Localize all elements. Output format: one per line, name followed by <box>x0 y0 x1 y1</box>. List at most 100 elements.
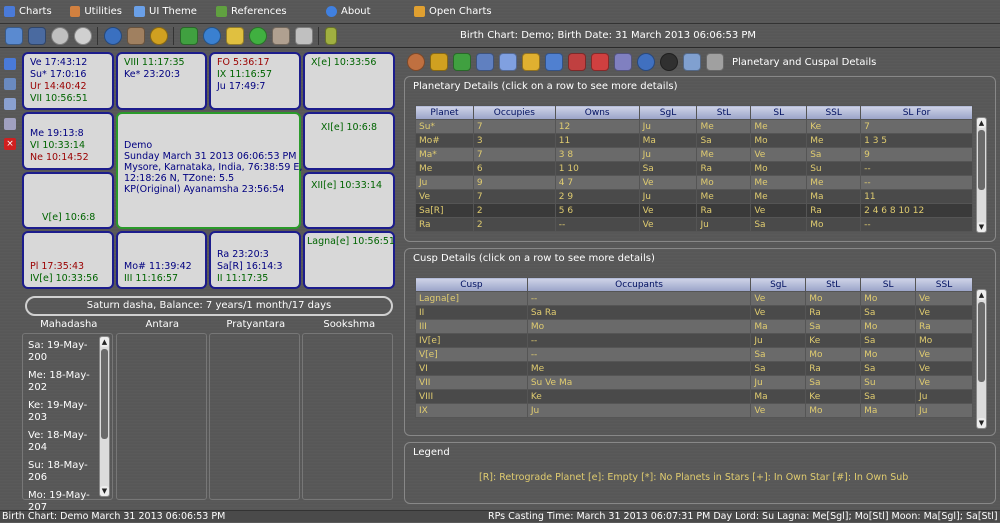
column-header[interactable]: StL <box>805 277 862 292</box>
mahadasha-item[interactable]: Ve: 18-May-204 <box>28 430 103 454</box>
person-tool-icon[interactable] <box>429 53 448 71</box>
calendar-icon[interactable] <box>682 53 701 71</box>
table-row[interactable]: Su* 7 12 Ju Me Me Ke 7 <box>415 119 973 134</box>
chart-house[interactable]: VIII 11:17:35 Ke* 23:20:3 <box>116 52 207 110</box>
table-row[interactable]: Ma* 7 3 8 Ju Me Ve Sa 9 <box>415 147 973 162</box>
scroll-down-icon[interactable]: ▼ <box>977 418 986 428</box>
planet-icon[interactable] <box>406 53 425 71</box>
column-header[interactable]: SSL <box>806 105 862 120</box>
close-icon[interactable]: × <box>4 138 16 150</box>
chart-house[interactable]: Me 19:13:8 VI 10:33:14 Ne 10:14:52 <box>22 112 114 170</box>
column-header[interactable]: Occupies <box>472 105 556 120</box>
line-graph-icon[interactable] <box>590 53 609 71</box>
antara-list[interactable] <box>116 333 207 500</box>
pratyantara-list[interactable] <box>209 333 300 500</box>
clock-dark-icon[interactable] <box>659 53 678 71</box>
scroll-thumb[interactable] <box>978 302 985 382</box>
mahadasha-item[interactable]: Ke: 19-May-203 <box>28 400 103 424</box>
mahadasha-item[interactable]: Su: 18-May-206 <box>28 460 103 484</box>
chart-house[interactable]: Ra 23:20:3 Sa[R] 16:14:3 II 11:17:35 <box>209 231 301 289</box>
print-icon[interactable] <box>4 118 16 130</box>
column-header[interactable]: SSL <box>915 277 973 292</box>
chart-house[interactable]: Pl 17:35:43 IV[e] 10:33:56 <box>22 231 114 289</box>
star-icon[interactable] <box>179 26 198 45</box>
column-header[interactable]: Planet <box>415 105 474 120</box>
column-header[interactable]: SgL <box>750 277 807 292</box>
table-row[interactable]: Me 6 1 10 Sa Ra Mo Su -- <box>415 161 973 176</box>
column-header[interactable]: SL For <box>860 105 973 120</box>
table-row[interactable]: Ju 9 4 7 Ve Mo Me Me -- <box>415 175 973 190</box>
table-row[interactable]: Ra 2 -- Ve Ju Sa Mo -- <box>415 217 973 232</box>
chart-house[interactable]: FO 5:36:17 IX 11:16:57 Ju 17:49:7 <box>209 52 301 110</box>
table-row[interactable]: V[e] -- Sa Mo Mo Ve <box>415 347 973 362</box>
scroll-up-icon[interactable]: ▲ <box>977 118 986 128</box>
column-header[interactable]: Owns <box>554 105 640 120</box>
table-row[interactable]: III Mo Ma Sa Mo Ra <box>415 319 973 334</box>
mahadasha-item[interactable]: Me: 18-May-202 <box>28 370 103 394</box>
column-header[interactable]: Occupants <box>526 277 752 292</box>
cusp-scrollbar[interactable]: ▲ ▼ <box>976 289 987 429</box>
mahadasha-scrollbar[interactable]: ▲ ▼ <box>99 336 110 497</box>
chart-house[interactable]: V[e] 10:6:8 <box>22 172 114 229</box>
stopwatch-icon[interactable] <box>73 26 92 45</box>
star-trail-icon[interactable] <box>225 26 244 45</box>
table-row[interactable]: Ve 7 2 9 Ju Me Me Ma 11 <box>415 189 973 204</box>
people-icon[interactable] <box>4 26 23 45</box>
mahadasha-item[interactable]: Sa: 19-May-200 <box>28 340 103 364</box>
person-icon[interactable] <box>27 26 46 45</box>
menu-utilities[interactable]: Utilities <box>66 0 128 24</box>
table-row[interactable]: Sa[R] 2 5 6 Ve Ra Ve Ra 2 4 6 8 10 12 <box>415 203 973 218</box>
table-row[interactable]: VIII Ke Ma Ke Sa Ju <box>415 389 973 404</box>
chart-house[interactable]: Ve 17:43:12 Su* 17:0:16 Ur 14:40:42 VII … <box>22 52 114 110</box>
tools-icon[interactable] <box>271 26 290 45</box>
sookshma-list[interactable] <box>302 333 393 500</box>
menu-charts[interactable]: Charts <box>0 0 62 24</box>
earth-icon[interactable] <box>202 26 221 45</box>
sparkle-icon[interactable] <box>498 53 517 71</box>
edit-icon[interactable] <box>4 78 16 90</box>
document-icon[interactable] <box>4 98 16 110</box>
globe-icon[interactable] <box>103 26 122 45</box>
chart-house[interactable]: XI[e] 10:6:8 <box>303 112 395 170</box>
menu-open-charts[interactable]: Open Charts <box>410 0 498 24</box>
chart-house[interactable]: Mo# 11:39:42 III 11:16:57 <box>116 231 207 289</box>
table-row[interactable]: IV[e] -- Ju Ke Sa Mo <box>415 333 973 348</box>
menu-references[interactable]: References <box>212 0 320 24</box>
table-row[interactable]: Lagna[e] -- Ve Mo Mo Ve <box>415 291 973 306</box>
settings-icon[interactable] <box>294 26 313 45</box>
column-header[interactable]: Cusp <box>415 277 528 292</box>
clock-icon[interactable] <box>50 26 69 45</box>
column-header[interactable]: StL <box>696 105 752 120</box>
chart-house[interactable]: Lagna[e] 10:56:51 <box>303 231 395 289</box>
bar-chart-icon[interactable] <box>452 53 471 71</box>
scroll-up-icon[interactable]: ▲ <box>100 337 109 347</box>
menu-ui-theme[interactable]: UI Theme <box>130 0 210 24</box>
planetary-scrollbar[interactable]: ▲ ▼ <box>976 117 987 233</box>
column-header[interactable]: SL <box>860 277 917 292</box>
notes-icon[interactable] <box>705 53 724 71</box>
recycle-icon[interactable] <box>544 53 563 71</box>
chart-house[interactable]: XII[e] 10:33:14 <box>303 172 395 229</box>
globe-grid-icon[interactable] <box>636 53 655 71</box>
window-icon[interactable] <box>567 53 586 71</box>
walk-icon[interactable] <box>126 26 145 45</box>
user-card-icon[interactable] <box>613 53 632 71</box>
runner-icon[interactable] <box>521 53 540 71</box>
save-icon[interactable] <box>4 58 16 70</box>
chart-house[interactable]: X[e] 10:33:56 <box>303 52 395 110</box>
rings-icon[interactable] <box>149 26 168 45</box>
scroll-thumb[interactable] <box>101 349 108 439</box>
refresh-icon[interactable] <box>248 26 267 45</box>
table-row[interactable]: IX Ju Ve Mo Ma Ju <box>415 403 973 418</box>
menu-about[interactable]: About <box>322 0 410 24</box>
column-header[interactable]: SgL <box>638 105 698 120</box>
book-icon[interactable] <box>324 26 337 45</box>
scroll-down-icon[interactable]: ▼ <box>100 486 109 496</box>
table-row[interactable]: II Sa Ra Ve Ra Sa Ve <box>415 305 973 320</box>
cards-icon[interactable] <box>475 53 494 71</box>
table-row[interactable]: Mo# 3 11 Ma Sa Mo Me 1 3 5 <box>415 133 973 148</box>
scroll-up-icon[interactable]: ▲ <box>977 290 986 300</box>
mahadasha-list[interactable]: Sa: 19-May-200 Me: 18-May-202 Ke: 19-May… <box>22 333 113 513</box>
scroll-thumb[interactable] <box>978 130 985 190</box>
table-row[interactable]: VII Su Ve Ma Ju Sa Su Ve <box>415 375 973 390</box>
